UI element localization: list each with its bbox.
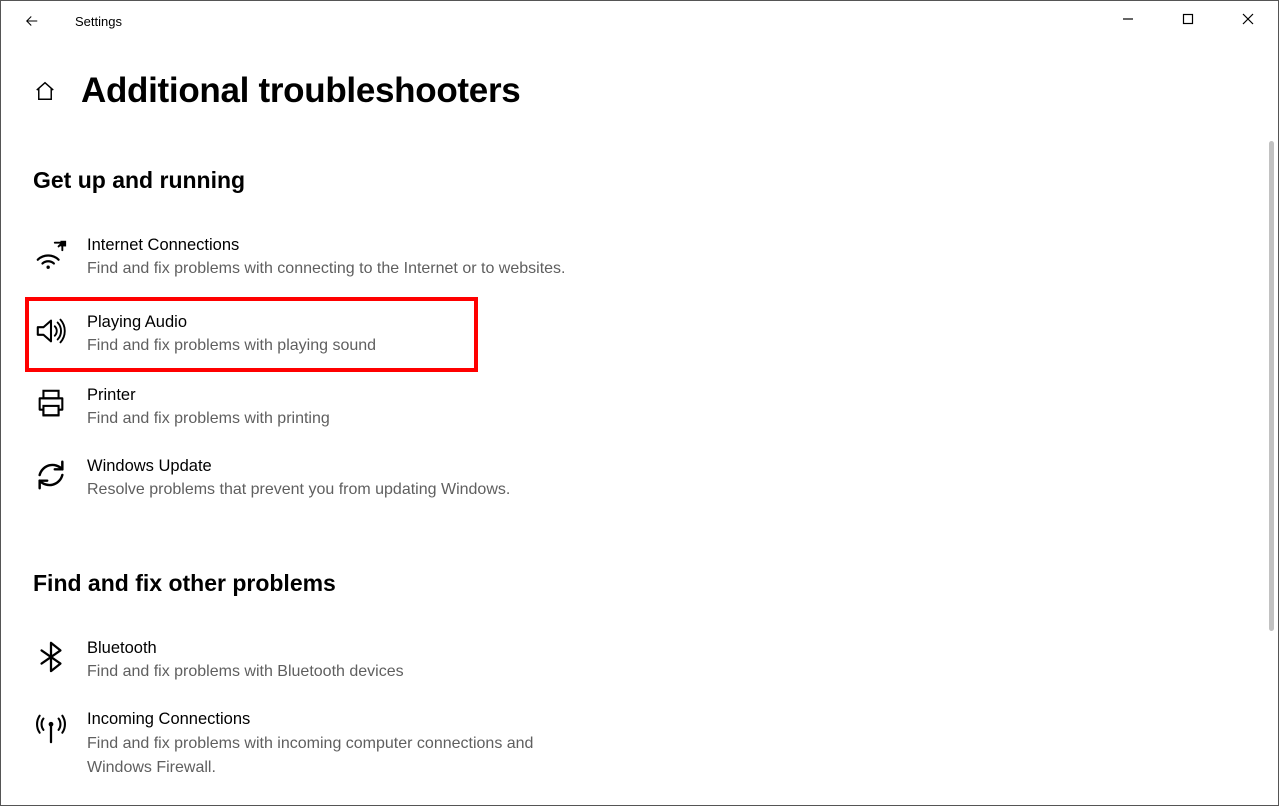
troubleshooter-desc: Find and fix problems with incoming comp… [87, 732, 593, 780]
speaker-icon [33, 313, 69, 349]
content-area: Get up and runningInternet ConnectionsFi… [1, 111, 1278, 805]
scrollbar-thumb[interactable] [1269, 141, 1274, 631]
troubleshooter-item[interactable]: Windows UpdateResolve problems that prev… [33, 443, 593, 514]
troubleshooter-item[interactable]: Internet ConnectionsFind and fix problem… [33, 222, 593, 293]
section-heading: Get up and running [33, 167, 1246, 194]
troubleshooter-text: PrinterFind and fix problems with printi… [87, 384, 330, 431]
troubleshooter-item[interactable]: Incoming ConnectionsFind and fix problem… [33, 696, 593, 791]
title-bar: Settings [1, 1, 1278, 41]
troubleshooter-item[interactable]: BluetoothFind and fix problems with Blue… [33, 625, 593, 696]
home-icon[interactable] [33, 79, 57, 103]
troubleshooter-title: Playing Audio [87, 311, 376, 334]
troubleshooter-text: Playing AudioFind and fix problems with … [87, 311, 376, 358]
page-title: Additional troubleshooters [81, 71, 520, 111]
troubleshooter-text: Windows UpdateResolve problems that prev… [87, 455, 510, 502]
window-controls [1098, 1, 1278, 37]
troubleshooter-item[interactable]: PrinterFind and fix problems with printi… [33, 372, 593, 443]
wifi-icon [33, 236, 69, 272]
troubleshooter-desc: Find and fix problems with printing [87, 407, 330, 431]
troubleshooter-desc: Find and fix problems with playing sound [87, 334, 376, 358]
update-icon [33, 457, 69, 493]
app-title: Settings [75, 14, 122, 29]
troubleshooter-desc: Resolve problems that prevent you from u… [87, 478, 510, 502]
troubleshooter-title: Printer [87, 384, 330, 407]
troubleshooter-title: Internet Connections [87, 234, 565, 257]
minimize-button[interactable] [1098, 1, 1158, 37]
back-button[interactable] [19, 8, 45, 34]
troubleshooter-title: Bluetooth [87, 637, 404, 660]
section-heading: Find and fix other problems [33, 570, 1246, 597]
troubleshooter-item[interactable]: Playing AudioFind and fix problems with … [25, 297, 478, 372]
troubleshooter-desc: Find and fix problems with connecting to… [87, 257, 565, 281]
troubleshooter-text: BluetoothFind and fix problems with Blue… [87, 637, 404, 684]
troubleshooter-title: Incoming Connections [87, 708, 593, 731]
printer-icon [33, 386, 69, 422]
troubleshooter-desc: Find and fix problems with Bluetooth dev… [87, 660, 404, 684]
page-heading-row: Additional troubleshooters [1, 41, 1278, 111]
antenna-icon [33, 710, 69, 746]
bluetooth-icon [33, 639, 69, 675]
close-button[interactable] [1218, 1, 1278, 37]
troubleshooter-text: Incoming ConnectionsFind and fix problem… [87, 708, 593, 779]
maximize-button[interactable] [1158, 1, 1218, 37]
scrollbar-track[interactable] [1265, 41, 1277, 804]
troubleshooter-text: Internet ConnectionsFind and fix problem… [87, 234, 565, 281]
troubleshooter-title: Windows Update [87, 455, 510, 478]
